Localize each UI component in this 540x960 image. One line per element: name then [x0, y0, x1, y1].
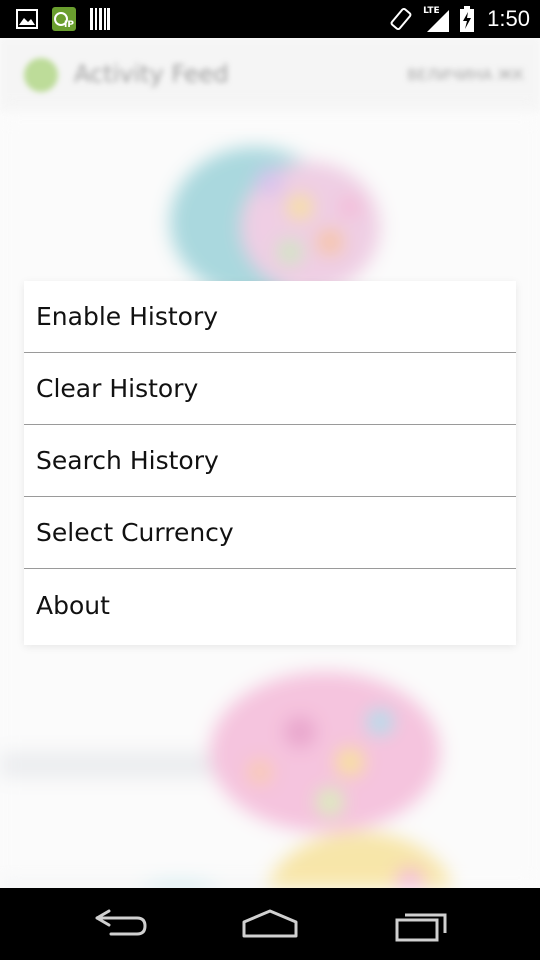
recent-apps-icon [395, 913, 447, 942]
menu-item-clear-history[interactable]: Clear History [24, 353, 516, 425]
lte-signal-icon: LTE [423, 6, 451, 32]
battery-charging-icon [460, 6, 475, 32]
navigation-bar [0, 888, 540, 960]
home-button[interactable] [235, 902, 305, 946]
menu-item-enable-history[interactable]: Enable History [24, 281, 516, 353]
menu-item-about[interactable]: About [24, 569, 516, 641]
menu-item-search-history[interactable]: Search History [24, 425, 516, 497]
clock-time: 1:50 [487, 6, 530, 31]
background-right-text: ВЕЛИЧИНА ЖК [407, 66, 524, 84]
back-button[interactable] [85, 902, 155, 946]
menu-item-select-currency[interactable]: Select Currency [24, 497, 516, 569]
recent-apps-button[interactable] [385, 902, 455, 946]
image-icon [16, 9, 38, 29]
ip-app-icon: IP [52, 7, 76, 31]
svg-text:IP: IP [64, 20, 74, 30]
rotate-icon [390, 7, 412, 31]
status-bar: IP LTE 1:50 [0, 0, 540, 38]
menu-item-label: Clear History [36, 374, 199, 403]
menu-item-label: About [36, 590, 110, 620]
app-logo-icon [24, 58, 58, 92]
home-icon [242, 909, 298, 938]
background-action-bar: Activity Feed ВЕЛИЧИНА ЖК [0, 38, 540, 112]
barcode-icon [90, 8, 110, 30]
menu-item-label: Select Currency [36, 518, 234, 547]
background-title: Activity Feed [74, 60, 229, 88]
back-icon [95, 909, 147, 936]
menu-item-label: Enable History [36, 302, 219, 331]
overflow-menu: Enable History Clear History Search Hist… [24, 281, 516, 645]
menu-item-label: Search History [36, 446, 219, 475]
